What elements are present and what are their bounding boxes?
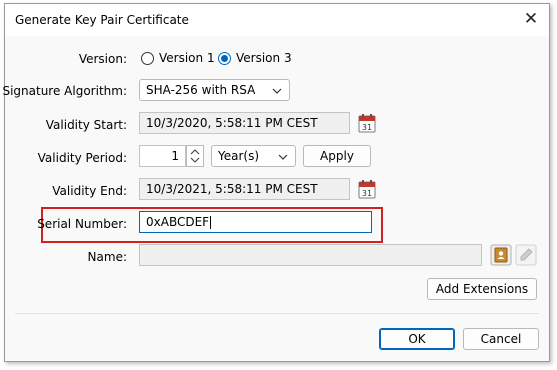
radio-button-selected[interactable]	[218, 51, 231, 65]
close-icon[interactable]: ✕	[521, 9, 541, 29]
dialog-title: Generate Key Pair Certificate	[15, 13, 189, 27]
version-3-label: Version 3	[236, 51, 292, 65]
version-1-radio[interactable]: Version 1	[141, 51, 215, 65]
serial-number-value: 0xABCDEF	[146, 215, 210, 229]
validity-period-spinner[interactable]	[186, 145, 204, 167]
title-bar: Generate Key Pair Certificate ✕	[5, 4, 549, 36]
address-book-icon[interactable]	[490, 244, 512, 266]
serial-number-input[interactable]: 0xABCDEF	[139, 211, 372, 233]
signature-algorithm-label: Signature Algorithm:	[2, 84, 127, 98]
svg-text:31: 31	[362, 189, 372, 198]
validity-start-label: Validity Start:	[45, 118, 127, 132]
calendar-icon[interactable]: 31	[358, 179, 376, 199]
apply-button[interactable]: Apply	[303, 145, 371, 167]
name-field	[139, 244, 482, 266]
text-caret	[210, 216, 212, 229]
validity-unit-value: Year(s)	[218, 149, 260, 163]
ok-button[interactable]: OK	[379, 328, 455, 350]
version-1-label: Version 1	[159, 51, 215, 65]
validity-end-field: 10/3/2021, 5:58:11 PM CEST	[139, 178, 350, 200]
radio-button[interactable]	[141, 51, 154, 65]
version-label: Version:	[78, 52, 127, 66]
validity-period-value: 1	[171, 149, 179, 163]
name-label: Name:	[87, 250, 127, 264]
validity-start-value: 10/3/2020, 5:58:11 PM CEST	[146, 116, 318, 130]
chevron-down-icon	[271, 83, 283, 103]
cancel-button[interactable]: Cancel	[463, 328, 539, 350]
pencil-icon[interactable]	[515, 244, 537, 266]
svg-text:31: 31	[362, 123, 372, 132]
validity-period-label: Validity Period:	[37, 151, 127, 165]
chevron-down-icon	[277, 149, 289, 169]
calendar-icon[interactable]: 31	[358, 113, 376, 133]
signature-algorithm-select[interactable]: SHA-256 with RSA	[139, 79, 290, 101]
version-3-radio[interactable]: Version 3	[218, 51, 292, 65]
add-extensions-button[interactable]: Add Extensions	[427, 278, 537, 300]
validity-start-field: 10/3/2020, 5:58:11 PM CEST	[139, 112, 350, 134]
validity-end-value: 10/3/2021, 5:58:11 PM CEST	[146, 182, 318, 196]
validity-end-label: Validity End:	[52, 184, 127, 198]
validity-period-input[interactable]: 1	[139, 145, 186, 167]
generate-key-pair-dialog: Generate Key Pair Certificate ✕ Version:…	[2, 3, 550, 362]
validity-unit-select[interactable]: Year(s)	[211, 145, 296, 167]
separator	[15, 313, 539, 314]
signature-algorithm-value: SHA-256 with RSA	[146, 83, 256, 97]
serial-number-label: Serial Number:	[37, 217, 127, 231]
